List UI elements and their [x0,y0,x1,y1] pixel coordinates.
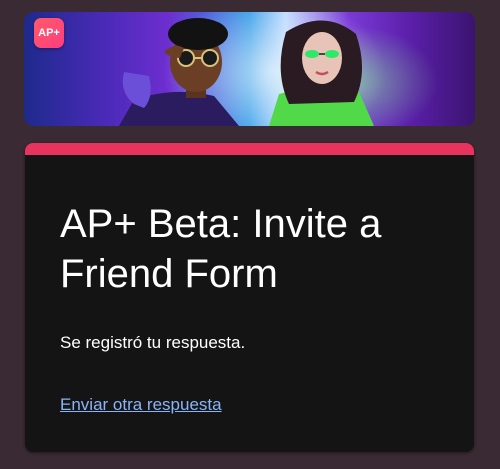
avatar-left-figure [119,18,239,126]
card-accent-bar [25,143,474,155]
form-card: AP+ Beta: Invite a Friend Form Se regist… [25,143,474,452]
avatar-right-figure [269,20,374,126]
header-banner: AP+ [24,12,475,126]
app-logo: AP+ [34,18,64,48]
form-title: AP+ Beta: Invite a Friend Form [60,202,382,296]
response-recorded-message: Se registró tu respuesta. [60,333,246,352]
banner-illustration [119,18,374,126]
submit-another-response-link[interactable]: Enviar otra respuesta [60,394,222,416]
